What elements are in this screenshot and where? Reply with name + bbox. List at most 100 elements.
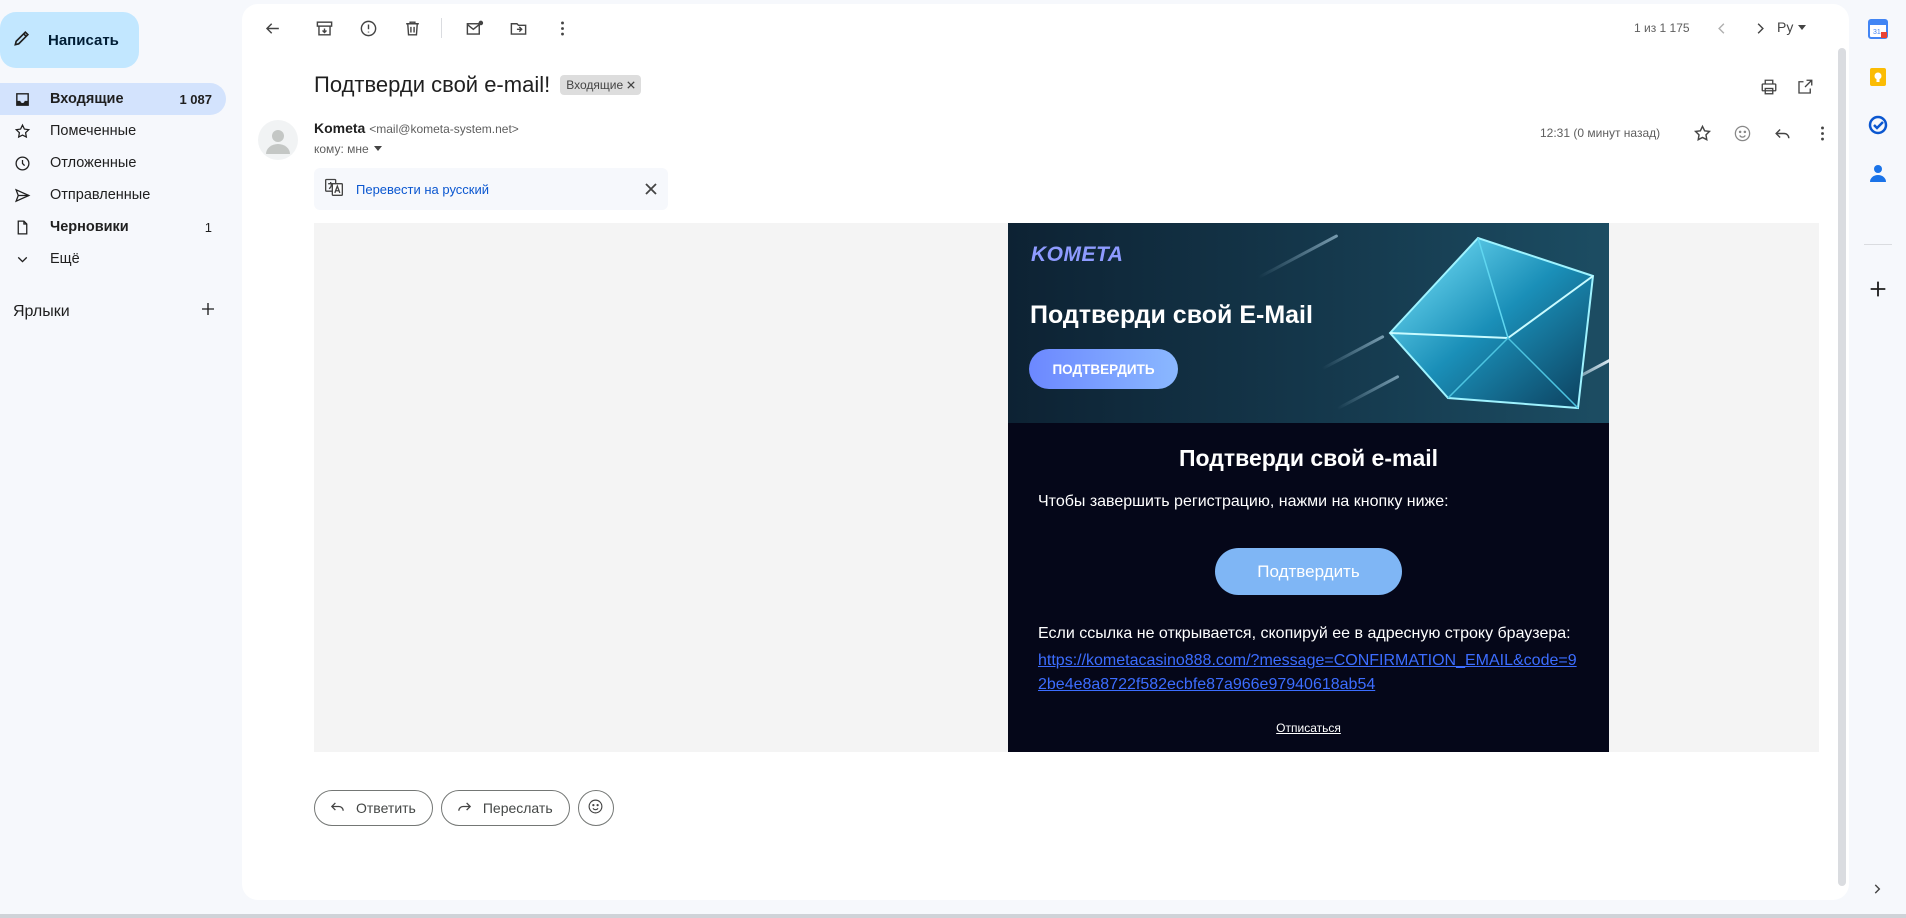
spam-icon[interactable] — [356, 16, 380, 40]
more-vert-icon[interactable] — [1802, 122, 1842, 144]
emoji-react-icon[interactable] — [1722, 122, 1762, 144]
message-subject: Подтверди свой e-mail! — [314, 72, 551, 97]
tasks-icon[interactable] — [1867, 114, 1889, 136]
archive-icon[interactable] — [312, 16, 336, 40]
sidebar-item-label: Черновики — [50, 219, 129, 235]
compose-button[interactable]: Написать — [0, 12, 139, 68]
sender-avatar — [258, 120, 298, 160]
caret-down-icon — [373, 142, 383, 156]
recipient-text: кому: мне — [314, 142, 369, 156]
expand-side-panel-icon[interactable] — [1870, 882, 1884, 901]
email-title: Подтверди свой e-mail — [1178, 445, 1439, 471]
translate-banner: Перевести на русский — [314, 168, 668, 210]
sender-line: Kometa <mail@kometa-system.net> — [314, 120, 519, 136]
translate-icon — [324, 177, 344, 202]
sidebar-item-inbox[interactable]: Входящие 1 087 — [0, 83, 226, 115]
confirm-button[interactable]: Подтвердить — [1215, 548, 1402, 595]
email-instruction: Чтобы завершить регистрацию, нажми на кн… — [1038, 493, 1449, 510]
fallback-text: Если ссылка не открывается, скопируй ее … — [1038, 625, 1571, 642]
side-panel-apps: 31 — [1860, 18, 1896, 184]
forward-icon — [456, 798, 473, 818]
mark-unread-icon[interactable] — [462, 16, 486, 40]
inbox-icon — [14, 91, 31, 108]
contacts-icon[interactable] — [1867, 162, 1889, 184]
brand-logo: KOMETA — [1031, 243, 1124, 266]
calendar-icon[interactable]: 31 — [1867, 18, 1889, 40]
confirmation-link[interactable]: https://kometacasino888.com/?message=CON… — [1038, 649, 1578, 697]
open-in-new-window-icon[interactable] — [1796, 78, 1814, 101]
reply-actions: Ответить Переслать — [314, 790, 614, 826]
hero-title: Подтверди свой E-Mail — [1030, 301, 1313, 329]
reply-icon — [329, 798, 346, 818]
emoji-react-button[interactable] — [577, 790, 614, 826]
forward-button[interactable]: Переслать — [440, 790, 570, 826]
forward-label: Переслать — [482, 800, 553, 816]
draft-icon — [14, 219, 31, 236]
add-label-icon[interactable] — [199, 300, 217, 323]
sidebar-item-snoozed[interactable]: Отложенные — [0, 147, 226, 179]
sender-name[interactable]: Kometa — [314, 120, 365, 136]
unsubscribe-link[interactable]: Отписаться — [1008, 721, 1609, 735]
back-icon[interactable] — [260, 16, 284, 40]
side-panel-divider — [1864, 244, 1892, 245]
compose-label: Написать — [48, 31, 119, 49]
sidebar-item-count: 1 087 — [179, 91, 212, 107]
reply-icon[interactable] — [1762, 122, 1802, 144]
star-icon — [14, 123, 31, 140]
caret-down-icon — [1797, 19, 1807, 35]
sender-email: <mail@kometa-system.net> — [369, 122, 519, 136]
sidebar-item-count: 1 — [204, 219, 212, 235]
sidebar-item-drafts[interactable]: Черновики 1 — [0, 211, 226, 243]
add-addon-icon[interactable] — [1867, 278, 1889, 305]
message-meta: 12:31 (0 минут назад) — [1540, 122, 1842, 144]
keep-icon[interactable] — [1867, 66, 1889, 88]
message-panel: 1 из 1 175 Ру Подтверди свой e-mail! Вхо… — [242, 4, 1849, 900]
labels-heading: Ярлыки — [13, 300, 217, 323]
clock-icon — [14, 155, 31, 172]
subject-row: Подтверди свой e-mail! Входящие — [314, 72, 642, 98]
send-icon — [14, 187, 31, 204]
labels-heading-text: Ярлыки — [13, 302, 70, 320]
close-icon[interactable] — [634, 182, 668, 196]
message-time: 12:31 (0 минут назад) — [1540, 126, 1661, 140]
prev-message-icon[interactable] — [1709, 16, 1733, 40]
pencil-icon — [12, 28, 32, 52]
reply-button[interactable]: Ответить — [314, 790, 433, 826]
hero-confirm-button[interactable]: ПОДТВЕРДИТЬ — [1029, 349, 1178, 389]
star-icon[interactable] — [1682, 122, 1722, 144]
scrollbar[interactable] — [1838, 48, 1846, 886]
sidebar-item-label: Ещё — [50, 251, 80, 267]
sidebar-item-label: Отправленные — [50, 187, 151, 203]
chevron-down-icon — [14, 251, 31, 268]
label-chip-text: Входящие — [566, 78, 624, 92]
next-message-icon[interactable] — [1748, 16, 1772, 40]
sidebar-item-sent[interactable]: Отправленные — [0, 179, 226, 211]
emoji-icon — [587, 798, 604, 818]
email-hero-banner: KOMETA Подтверди свой E-Mail ПОДТВЕРДИТЬ — [1008, 223, 1609, 423]
print-icon[interactable] — [1760, 78, 1778, 101]
email-content: KOMETA Подтверди свой E-Mail ПОДТВЕРДИТЬ… — [1008, 223, 1609, 752]
sidebar-item-starred[interactable]: Помеченные — [0, 115, 226, 147]
sidebar-item-label: Входящие — [50, 91, 124, 107]
remove-label-icon[interactable] — [627, 78, 635, 92]
reply-label: Ответить — [356, 800, 416, 816]
pager-text: 1 из 1 175 — [1634, 21, 1690, 35]
move-to-icon[interactable] — [506, 16, 530, 40]
envelope-illustration — [1388, 236, 1595, 410]
taskbar-strip — [0, 914, 1906, 918]
input-language-select[interactable]: Ру — [1777, 19, 1807, 35]
sidebar-item-label: Помеченные — [50, 123, 137, 139]
language-label: Ру — [1777, 19, 1794, 35]
sidebar-item-label: Отложенные — [50, 155, 137, 171]
trash-icon[interactable] — [400, 16, 424, 40]
more-vert-icon[interactable] — [550, 16, 574, 40]
sidebar-item-more[interactable]: Ещё — [0, 243, 226, 275]
message-toolbar: 1 из 1 175 Ру — [242, 4, 1849, 52]
label-chip[interactable]: Входящие — [560, 75, 642, 95]
translate-link[interactable]: Перевести на русский — [356, 182, 622, 197]
sidebar-nav: Входящие 1 087 Помеченные Отложенные Отп… — [0, 83, 226, 275]
recipient-details[interactable]: кому: мне — [314, 142, 383, 156]
svg-text:31: 31 — [1873, 29, 1881, 36]
toolbar-divider — [441, 18, 442, 38]
subject-actions — [1760, 78, 1814, 101]
